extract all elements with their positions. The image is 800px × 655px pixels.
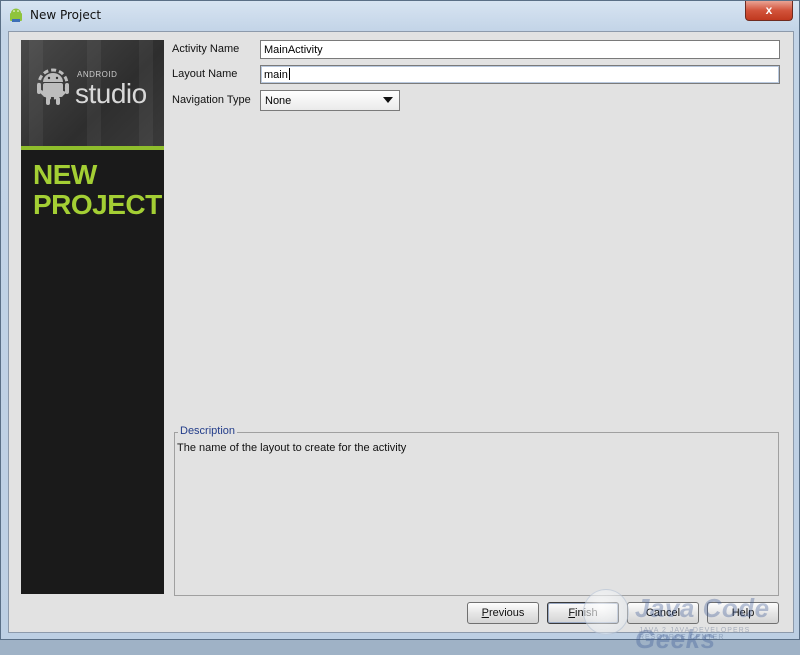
logo-studio-text: studio xyxy=(75,78,147,109)
dialog-content: ANDROID studio NEW PROJECT Activity Name… xyxy=(8,31,794,633)
text-caret xyxy=(288,68,290,80)
window-title: New Project xyxy=(30,8,102,22)
navigation-type-label: Navigation Type xyxy=(172,94,251,106)
activity-name-value: MainActivity xyxy=(264,44,323,56)
finish-label: inish xyxy=(575,607,598,619)
new-project-window: New Project x ANDROID studio NEW PROJECT… xyxy=(0,0,800,654)
activity-name-label: Activity Name xyxy=(172,43,240,55)
previous-mnemonic: P xyxy=(481,607,489,619)
android-studio-icon xyxy=(10,8,22,22)
layout-name-field[interactable]: main xyxy=(260,65,780,84)
layout-name-label: Layout Name xyxy=(172,68,238,80)
help-button[interactable]: Help xyxy=(707,602,779,624)
new-project-heading: NEW PROJECT xyxy=(33,160,163,220)
description-text: The name of the layout to create for the… xyxy=(177,442,407,454)
android-studio-logo: ANDROID studio xyxy=(21,40,164,146)
sidebar-banner: ANDROID studio NEW PROJECT xyxy=(21,40,164,594)
previous-label: revious xyxy=(488,607,525,619)
description-panel: Description The name of the layout to cr… xyxy=(174,425,779,596)
cancel-button[interactable]: Cancel xyxy=(627,602,699,624)
navigation-type-dropdown[interactable]: None xyxy=(260,90,400,111)
description-legend: Description xyxy=(178,425,238,437)
heading-line-2: PROJECT xyxy=(33,189,162,220)
layout-name-value: main xyxy=(264,69,288,81)
android-robot-icon xyxy=(37,68,69,105)
activity-name-field[interactable]: MainActivity xyxy=(260,40,780,59)
close-button[interactable]: x xyxy=(745,1,793,21)
accent-bar xyxy=(21,146,164,150)
chevron-down-icon[interactable] xyxy=(383,97,393,103)
finish-button[interactable]: Finish xyxy=(547,602,619,624)
heading-line-1: NEW xyxy=(33,159,97,190)
navigation-type-value: None xyxy=(265,95,292,107)
previous-button[interactable]: Previous xyxy=(467,602,539,624)
title-bar[interactable]: New Project x xyxy=(1,1,800,31)
